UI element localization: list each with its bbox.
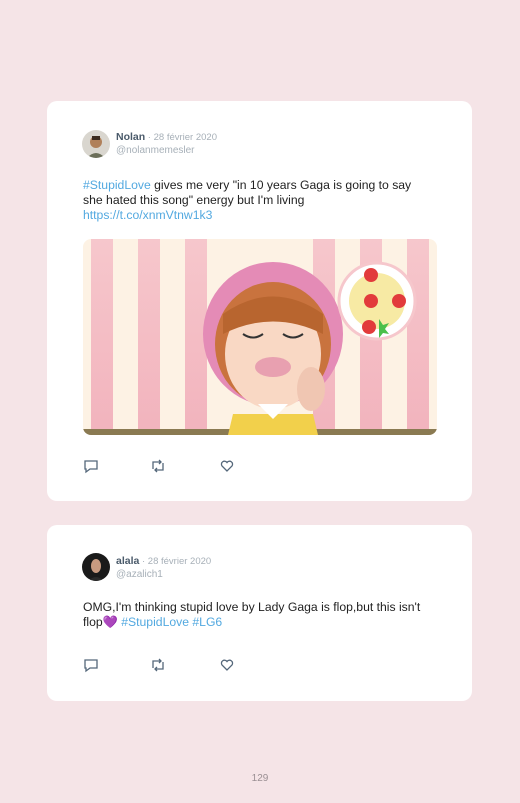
tweet-text: #StupidLove gives me very "in 10 years G… (83, 178, 433, 223)
user-handle[interactable]: @nolanmemesler (116, 144, 217, 157)
reply-icon[interactable] (83, 657, 99, 673)
avatar[interactable] (82, 130, 110, 158)
user-handle[interactable]: @azalich1 (116, 568, 211, 581)
url-link[interactable]: https://t.co/xnmVtnw1k3 (83, 208, 212, 222)
tweet-image[interactable] (83, 239, 437, 435)
tweet-actions (83, 458, 283, 474)
tweet-date: · 28 février 2020 (139, 556, 212, 567)
like-icon[interactable] (219, 657, 235, 673)
display-name[interactable]: Nolan (116, 131, 145, 143)
tweet-card-2: alala · 28 février 2020 @azalich1 OMG,I'… (47, 525, 472, 701)
hashtag-link[interactable]: #StupidLove (83, 178, 151, 192)
hashtag-link[interactable]: #LG6 (192, 615, 222, 629)
tweet-date: · 28 février 2020 (145, 132, 217, 143)
page-number: 129 (251, 773, 269, 784)
tweet-meta: Nolan · 28 février 2020 @nolanmemesler (116, 131, 217, 157)
retweet-icon[interactable] (150, 657, 166, 673)
hashtag-link[interactable]: #StupidLove (121, 615, 189, 629)
retweet-icon[interactable] (150, 458, 166, 474)
tweet-meta: alala · 28 février 2020 @azalich1 (116, 555, 211, 581)
reply-icon[interactable] (83, 458, 99, 474)
purple-heart-emoji: 💜 (102, 615, 118, 629)
tweet-actions (83, 657, 283, 673)
like-icon[interactable] (219, 458, 235, 474)
tweet-text: OMG,I'm thinking stupid love by Lady Gag… (83, 600, 433, 630)
display-name[interactable]: alala (116, 555, 139, 567)
avatar[interactable] (82, 553, 110, 581)
tweet-card-1: Nolan · 28 février 2020 @nolanmemesler #… (47, 101, 472, 501)
